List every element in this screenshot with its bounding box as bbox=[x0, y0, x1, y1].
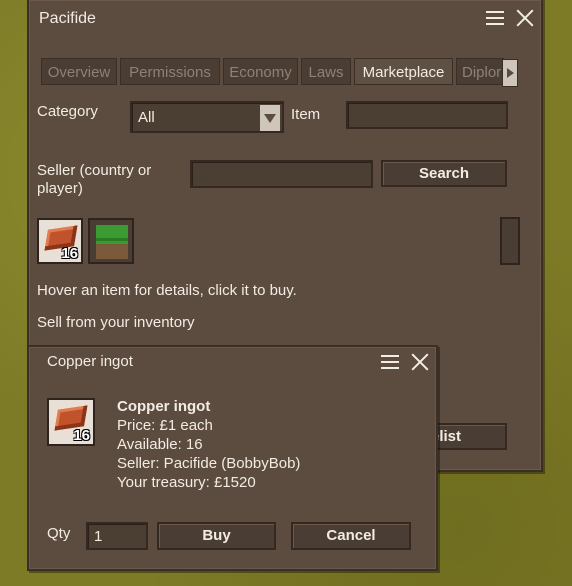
chevron-down-icon[interactable] bbox=[260, 105, 280, 131]
category-value: All bbox=[138, 109, 155, 126]
close-icon[interactable] bbox=[410, 352, 430, 372]
item-slot-copper-ingot[interactable]: 16 bbox=[37, 218, 83, 264]
item-count: 16 bbox=[73, 427, 90, 444]
window-title: Pacifide bbox=[39, 10, 96, 27]
items-scrollbar[interactable] bbox=[500, 217, 520, 265]
grass-block-icon bbox=[96, 241, 128, 259]
item-slot-grass-block[interactable] bbox=[88, 218, 134, 264]
item-count: 16 bbox=[61, 245, 78, 262]
popup-title: Copper ingot bbox=[47, 353, 133, 370]
category-label: Category bbox=[37, 103, 98, 120]
menu-icon[interactable] bbox=[380, 352, 400, 372]
seller-input[interactable] bbox=[190, 160, 373, 188]
menu-icon[interactable] bbox=[485, 8, 505, 28]
hint-text: Hover an item for details, click it to b… bbox=[37, 282, 297, 299]
tab-diplomacy[interactable]: Diplor bbox=[456, 58, 504, 85]
qty-label: Qty bbox=[47, 525, 71, 542]
search-button[interactable]: Search bbox=[381, 160, 507, 187]
tab-marketplace[interactable]: Marketplace bbox=[354, 58, 453, 85]
buy-button[interactable]: Buy bbox=[157, 522, 276, 550]
seller-label: Seller (country or player) bbox=[37, 162, 152, 197]
tab-economy[interactable]: Economy bbox=[223, 58, 298, 85]
qty-input[interactable]: 1 bbox=[86, 522, 148, 550]
sell-label: Sell from your inventory bbox=[37, 314, 195, 331]
available-text: Available: 16 bbox=[117, 436, 203, 453]
tab-permissions[interactable]: Permissions bbox=[120, 58, 220, 85]
popup-item-slot: 16 bbox=[47, 398, 95, 446]
tab-laws[interactable]: Laws bbox=[301, 58, 351, 85]
treasury-text: Your treasury: £1520 bbox=[117, 474, 256, 491]
seller-text: Seller: Pacifide (BobbyBob) bbox=[117, 455, 301, 472]
popup-item-name: Copper ingot bbox=[117, 398, 211, 415]
item-label: Item bbox=[291, 106, 321, 123]
category-select[interactable]: All bbox=[130, 101, 284, 133]
window-titlebar[interactable]: Pacifide bbox=[29, 0, 541, 38]
close-icon[interactable] bbox=[515, 8, 535, 28]
price-text: Price: £1 each bbox=[117, 417, 213, 434]
tab-overview[interactable]: Overview bbox=[41, 58, 117, 85]
cancel-button[interactable]: Cancel bbox=[291, 522, 411, 550]
item-input[interactable] bbox=[346, 101, 508, 129]
tabs-scroll-right-icon[interactable] bbox=[502, 59, 518, 87]
popup-titlebar[interactable]: Copper ingot bbox=[29, 347, 436, 377]
